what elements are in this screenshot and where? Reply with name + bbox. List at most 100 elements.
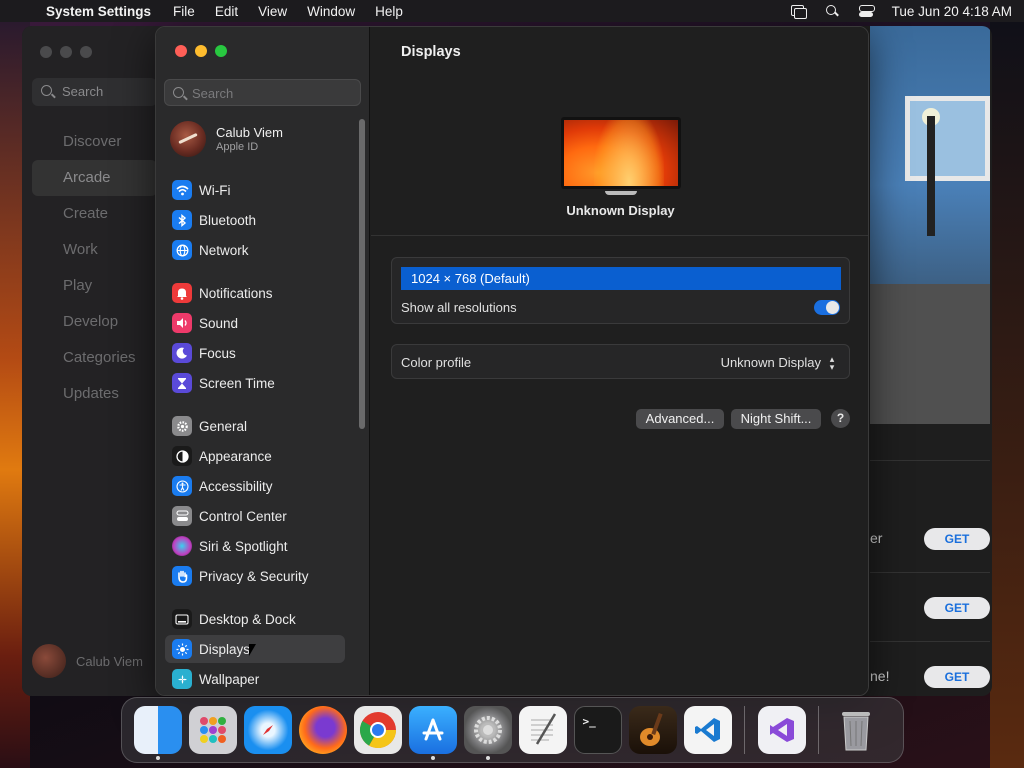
garageband-icon[interactable] (628, 706, 677, 754)
night-shift-button[interactable]: Night Shift... (731, 409, 821, 429)
app-store-nav-updates[interactable]: Updates (32, 376, 157, 412)
app-store-icon[interactable] (408, 706, 457, 760)
arcade-hero-image (870, 26, 990, 424)
menu-clock[interactable]: Tue Jun 20 4:18 AM (892, 4, 1012, 19)
desktop-wallpaper-right (990, 22, 1024, 768)
safari-icon[interactable] (243, 706, 292, 754)
sidebar-item-label: Network (199, 242, 249, 258)
dock-separator (744, 706, 745, 754)
sidebar-item-desktop-dock[interactable]: Desktop & Dock (165, 605, 345, 633)
apple-id-profile[interactable]: Calub Viem Apple ID (170, 121, 283, 157)
menu-bar: System Settings File Edit View Window He… (0, 0, 1024, 22)
app-store-nav-create[interactable]: Create (32, 196, 157, 232)
app-store-search-label: Search (62, 84, 104, 99)
sidebar-item-privacy-security[interactable]: Privacy & Security (165, 562, 345, 590)
sidebar-item-general[interactable]: General (165, 412, 345, 440)
wallpaper-icon (172, 669, 192, 689)
menu-help[interactable]: Help (375, 4, 403, 19)
dock-icon (172, 609, 192, 629)
sidebar-item-label: Notifications (199, 285, 273, 301)
accessibility-icon (172, 476, 192, 496)
close-button[interactable] (175, 45, 187, 57)
system-settings-icon[interactable] (463, 706, 512, 760)
gear-icon (172, 416, 192, 436)
sidebar-item-label: Wallpaper (199, 671, 260, 687)
sidebar-item-accessibility[interactable]: Accessibility (165, 472, 345, 500)
get-button[interactable]: GET (924, 666, 990, 688)
chrome-icon[interactable] (353, 706, 402, 754)
app-store-user-name: Calub Viem (76, 653, 143, 669)
app-store-nav-develop[interactable]: Develop (32, 304, 157, 340)
resolution-option-selected[interactable]: 1024 × 768 (Default) (401, 267, 841, 290)
terminal-icon[interactable]: >_ (573, 706, 622, 754)
search-icon (173, 87, 184, 98)
app-store-nav-discover[interactable]: Discover (32, 124, 157, 160)
vscode-icon[interactable] (683, 706, 732, 754)
get-button[interactable]: GET (924, 597, 990, 619)
textedit-icon[interactable] (518, 706, 567, 754)
visual-studio-icon[interactable] (757, 706, 806, 754)
app-store-nav-categories[interactable]: Categories (32, 340, 157, 376)
app-list-item-text: er (870, 530, 883, 546)
appearance-icon (172, 446, 192, 466)
sidebar-item-wallpaper[interactable]: Wallpaper (165, 665, 345, 693)
sidebar-item-label: Wi-Fi (199, 182, 231, 198)
app-store-nav-work[interactable]: Work (32, 232, 157, 268)
sidebar-item-screen-time[interactable]: Screen Time (165, 369, 345, 397)
settings-sidebar: Calub Viem Apple ID Wi-Fi Bluetooth Netw… (156, 27, 370, 695)
menu-app-name[interactable]: System Settings (46, 4, 151, 19)
hand-icon (172, 566, 192, 586)
show-all-resolutions-toggle[interactable] (814, 300, 840, 315)
color-profile-group: Color profile Unknown Display ▴ ▾ (391, 344, 850, 379)
help-button[interactable]: ? (831, 409, 850, 428)
wifi-icon (172, 180, 192, 200)
advanced-button[interactable]: Advanced... (636, 409, 724, 429)
profile-subtitle: Apple ID (216, 141, 259, 153)
sidebar-item-label: Displays (199, 641, 251, 657)
sidebar-item-focus[interactable]: Focus (165, 339, 345, 367)
sidebar-item-label: Bluetooth (199, 212, 257, 228)
menu-file[interactable]: File (173, 4, 195, 19)
launchpad-icon[interactable] (188, 706, 237, 754)
minimize-button[interactable] (195, 45, 207, 57)
sidebar-scrollbar[interactable] (359, 119, 365, 429)
sidebar-item-network[interactable]: Network (165, 236, 345, 264)
get-button[interactable]: GET (924, 528, 990, 550)
search-icon (41, 85, 52, 96)
sidebar-item-label: Siri & Spotlight (199, 538, 288, 554)
displays-pane: Displays Unknown Display 1024 × 768 (Def… (371, 27, 868, 695)
chevron-updown-icon[interactable]: ▴ ▾ (825, 355, 839, 372)
app-store-window-controls (40, 46, 92, 58)
app-store-search[interactable]: Search (32, 78, 157, 106)
control-center-icon[interactable] (858, 4, 875, 18)
show-all-resolutions-label: Show all resolutions (401, 300, 517, 315)
sidebar-item-siri-spotlight[interactable]: Siri & Spotlight (165, 532, 345, 560)
sun-icon (172, 639, 192, 659)
sidebar-item-control-center[interactable]: Control Center (165, 502, 345, 530)
menu-window[interactable]: Window (307, 4, 355, 19)
menu-view[interactable]: View (258, 4, 287, 19)
spotlight-search-icon[interactable] (824, 4, 840, 18)
app-store-nav: Discover Arcade Create Work Play Develop… (32, 124, 157, 412)
sidebar-item-wifi[interactable]: Wi-Fi (165, 176, 345, 204)
sidebar-item-label: Focus (199, 345, 236, 361)
app-store-nav-play[interactable]: Play (32, 268, 157, 304)
app-store-account[interactable]: Calub Viem (32, 644, 143, 678)
sidebar-item-bluetooth[interactable]: Bluetooth (165, 206, 345, 234)
app-store-nav-arcade[interactable]: Arcade (32, 160, 157, 196)
zoom-button[interactable] (215, 45, 227, 57)
finder-icon[interactable] (133, 706, 182, 760)
firefox-icon[interactable] (298, 706, 347, 754)
trash-icon[interactable] (832, 706, 880, 754)
screen-mirroring-icon[interactable] (790, 4, 807, 19)
color-profile-select[interactable]: Unknown Display (721, 355, 821, 370)
menu-edit[interactable]: Edit (215, 4, 238, 19)
app-store-sidebar: Search Discover Arcade Create Work Play … (22, 26, 162, 696)
sidebar-item-notifications[interactable]: Notifications (165, 279, 345, 307)
sidebar-item-appearance[interactable]: Appearance (165, 442, 345, 470)
profile-name: Calub Viem (216, 125, 283, 140)
settings-search (164, 79, 361, 106)
display-thumbnail[interactable] (561, 117, 681, 195)
search-input[interactable] (192, 84, 352, 102)
sidebar-item-sound[interactable]: Sound (165, 309, 345, 337)
